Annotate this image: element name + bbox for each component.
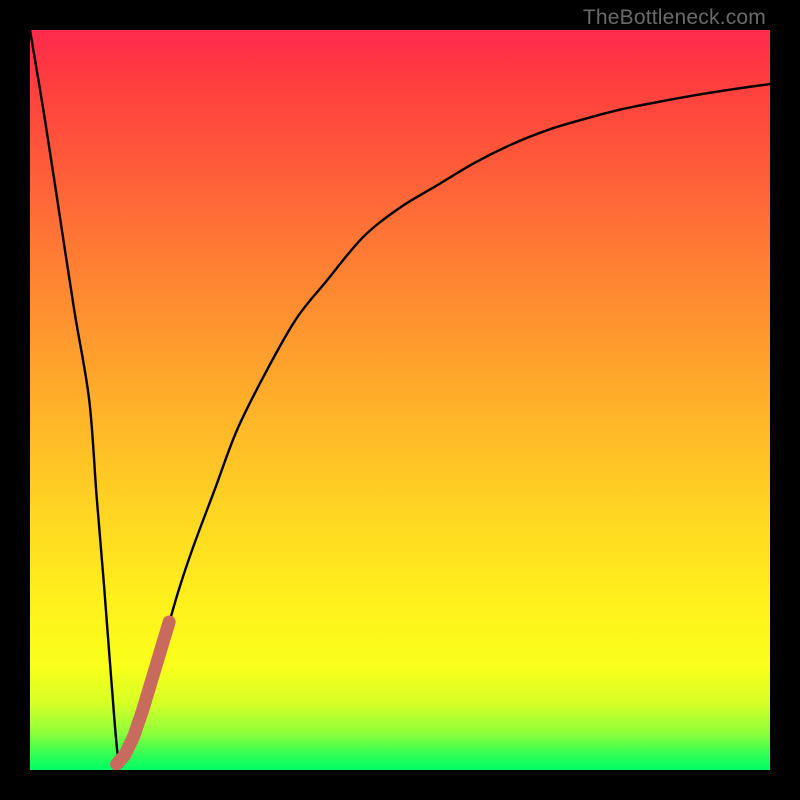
chart-frame: TheBottleneck.com	[0, 0, 800, 800]
plot-area	[30, 30, 770, 770]
watermark-text: TheBottleneck.com	[583, 6, 766, 30]
bottleneck-curve	[30, 30, 770, 767]
curves-svg	[30, 30, 770, 770]
highlight-segment	[117, 622, 170, 764]
